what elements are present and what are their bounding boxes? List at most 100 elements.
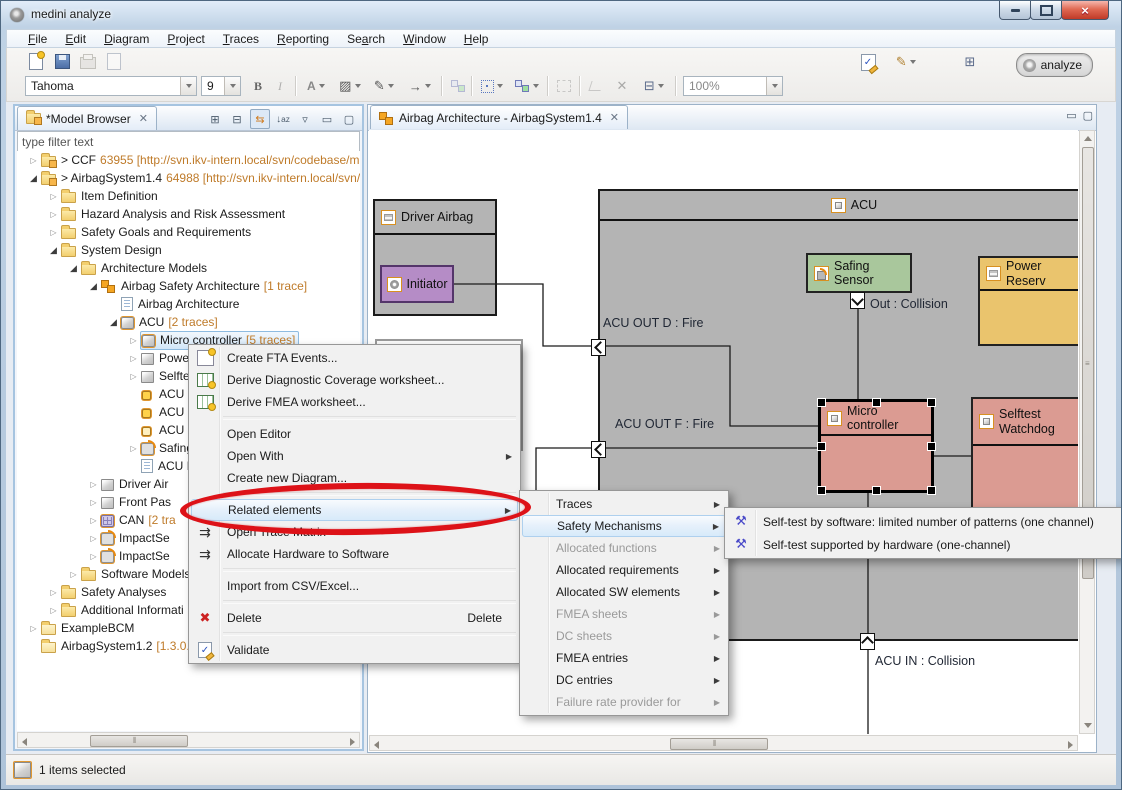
italic-button[interactable]: I	[269, 76, 291, 96]
block-selftest-watchdog[interactable]: Selftest Watchdog	[971, 397, 1078, 509]
block-power-reserve[interactable]: Power Reserv	[978, 256, 1078, 346]
filter-input[interactable]	[17, 131, 360, 152]
maximize-button[interactable]	[1030, 1, 1062, 20]
print-button[interactable]	[77, 51, 99, 71]
copy-appearance-button[interactable]	[447, 76, 469, 96]
view-menu-icon[interactable]: ▿	[296, 110, 314, 128]
menu-item-open-editor[interactable]: Open Editor	[191, 423, 518, 445]
expand-arrow-icon[interactable]: ▷	[127, 354, 140, 363]
menubar-item-reporting[interactable]: Reporting	[268, 30, 338, 48]
menubar-item-diagram[interactable]: Diagram	[95, 30, 158, 48]
close-tab-icon[interactable]: ✕	[610, 111, 619, 124]
expand-arrow-icon[interactable]: ▷	[47, 210, 60, 219]
expand-arrow-icon[interactable]: ▷	[27, 156, 40, 165]
expand-arrow-icon[interactable]: ▷	[67, 570, 80, 579]
editor-hscrollbar[interactable]: ⦀	[369, 735, 1078, 751]
editor-tab[interactable]: Airbag Architecture - AirbagSystem1.4 ✕	[370, 105, 628, 129]
menu-item-dc-sheets[interactable]: DC sheets▶	[522, 625, 726, 647]
expand-arrow-icon[interactable]: ▷	[87, 480, 100, 489]
save-button[interactable]	[51, 51, 73, 71]
block-safing-sensor[interactable]: Safing Sensor	[806, 253, 912, 293]
menu-item-derive-diagnostic-coverage-worksheet[interactable]: Derive Diagnostic Coverage worksheet...	[191, 369, 518, 391]
tree-item-ccf[interactable]: ▷> CCF63955 [http://svn.ikv-intern.local…	[17, 151, 360, 169]
collapse-arrow-icon[interactable]: ◢	[107, 317, 120, 328]
collapse-arrow-icon[interactable]: ◢	[47, 245, 60, 256]
font-family-combo[interactable]: Tahoma	[25, 76, 197, 96]
connector-style-button[interactable]: →	[403, 76, 437, 96]
menu-item-allocated-functions[interactable]: Allocated functions▶	[522, 537, 726, 559]
expand-arrow-icon[interactable]: ▷	[127, 336, 140, 345]
annotate-button[interactable]: ✎	[889, 52, 923, 72]
menu-item-allocated-sw-elements[interactable]: Allocated SW elements▶	[522, 581, 726, 603]
menu-item-traces[interactable]: Traces▶	[522, 493, 726, 515]
scrollbar-thumb[interactable]: ⦀	[670, 738, 768, 750]
font-size-combo[interactable]: 9	[201, 76, 241, 96]
close-button[interactable]: ×	[1061, 1, 1109, 20]
scroll-right-icon[interactable]	[1068, 741, 1073, 749]
tree-hscrollbar[interactable]: ⦀	[17, 732, 360, 748]
bendpoint-button[interactable]	[585, 76, 607, 96]
scroll-up-icon[interactable]	[1084, 136, 1092, 141]
collapse-arrow-icon[interactable]: ◢	[27, 173, 40, 184]
expand-arrow-icon[interactable]: ▷	[87, 534, 100, 543]
expand-arrow-icon[interactable]: ▷	[47, 606, 60, 615]
expand-arrow-icon[interactable]: ▷	[127, 372, 140, 381]
expand-all-icon[interactable]: ⊞	[206, 110, 224, 128]
validate-button[interactable]: ✓	[857, 52, 879, 72]
scroll-left-icon[interactable]	[22, 738, 27, 746]
scrollbar-thumb[interactable]: ⦀	[90, 735, 188, 747]
menu-item-fmea-sheets[interactable]: FMEA sheets▶	[522, 603, 726, 625]
tree-item-airbagsystem1-4[interactable]: ◢> AirbagSystem1.464988 [http://svn.ikv-…	[17, 169, 360, 187]
menu-item-self-test-supported-by-hardware-one-channel[interactable]: ⚒Self-test supported by hardware (one-ch…	[727, 533, 1122, 556]
split-view-button[interactable]: ⊟	[637, 76, 671, 96]
expand-arrow-icon[interactable]: ▷	[47, 588, 60, 597]
menu-item-safety-mechanisms[interactable]: Safety Mechanisms▶	[522, 515, 726, 537]
menu-item-dc-entries[interactable]: DC entries▶	[522, 669, 726, 691]
minimize-view-icon[interactable]: ▭	[1066, 109, 1076, 122]
tree-item-system-design[interactable]: ◢System Design	[17, 241, 360, 259]
line-style-button[interactable]: ✎	[369, 76, 399, 96]
collapse-arrow-icon[interactable]: ◢	[67, 263, 80, 274]
link-with-editor-icon[interactable]: ⇆	[250, 109, 270, 129]
menu-item-allocated-requirements[interactable]: Allocated requirements▶	[522, 559, 726, 581]
zoom-combo[interactable]: 100%	[683, 76, 783, 96]
selection-handle[interactable]	[927, 486, 936, 495]
menubar-item-search[interactable]: Search	[338, 30, 394, 48]
block-initiator[interactable]: Initiator	[380, 265, 454, 303]
selection-handle[interactable]	[872, 398, 881, 407]
menubar-item-help[interactable]: Help	[455, 30, 498, 48]
new-file-button[interactable]	[25, 51, 47, 71]
remove-bendpoint-button[interactable]: ✕	[611, 76, 633, 96]
menu-item-import-from-csv-excel[interactable]: Import from CSV/Excel...	[191, 575, 518, 597]
selection-handle[interactable]	[872, 486, 881, 495]
selection-handle[interactable]	[927, 398, 936, 407]
selection-handle[interactable]	[817, 398, 826, 407]
tree-item-architecture-models[interactable]: ◢Architecture Models	[17, 259, 360, 277]
expand-arrow-icon[interactable]: ▷	[27, 624, 40, 633]
minimize-button[interactable]	[999, 1, 1031, 20]
tree-item-airbag-architecture[interactable]: Airbag Architecture	[17, 295, 360, 313]
expand-arrow-icon[interactable]: ▷	[127, 444, 140, 453]
menubar-item-edit[interactable]: Edit	[56, 30, 95, 48]
selection-handle[interactable]	[817, 442, 826, 451]
scroll-left-icon[interactable]	[374, 741, 379, 749]
editor-vscrollbar[interactable]: ≡	[1079, 130, 1095, 734]
sort-icon[interactable]: ↓az	[274, 110, 292, 128]
menu-item-create-fta-events[interactable]: Create FTA Events...	[191, 347, 518, 369]
menu-item-self-test-by-software-limited-number-of-patterns-one-channel[interactable]: ⚒Self-test by software: limited number o…	[727, 510, 1122, 533]
expand-arrow-icon[interactable]: ▷	[87, 516, 100, 525]
acu-out-f-port[interactable]	[591, 441, 606, 458]
menu-item-failure-rate-provider-for[interactable]: Failure rate provider for▶	[522, 691, 726, 713]
block-micro-controller[interactable]: Micro controller	[818, 399, 934, 493]
scroll-right-icon[interactable]	[350, 738, 355, 746]
report-button[interactable]	[103, 51, 125, 71]
expand-arrow-icon[interactable]: ▷	[87, 498, 100, 507]
menu-item-open-with[interactable]: Open With▶	[191, 445, 518, 467]
menu-item-allocate-hardware-to-software[interactable]: ⇉Allocate Hardware to Software	[191, 543, 518, 565]
tree-item-item-definition[interactable]: ▷Item Definition	[17, 187, 360, 205]
menu-item-derive-fmea-worksheet[interactable]: Derive FMEA worksheet...	[191, 391, 518, 413]
font-color-button[interactable]: A	[301, 76, 331, 96]
menu-item-validate[interactable]: ✓Validate	[191, 639, 518, 661]
menubar-item-traces[interactable]: Traces	[214, 30, 268, 48]
acu-in-port[interactable]	[860, 633, 875, 650]
